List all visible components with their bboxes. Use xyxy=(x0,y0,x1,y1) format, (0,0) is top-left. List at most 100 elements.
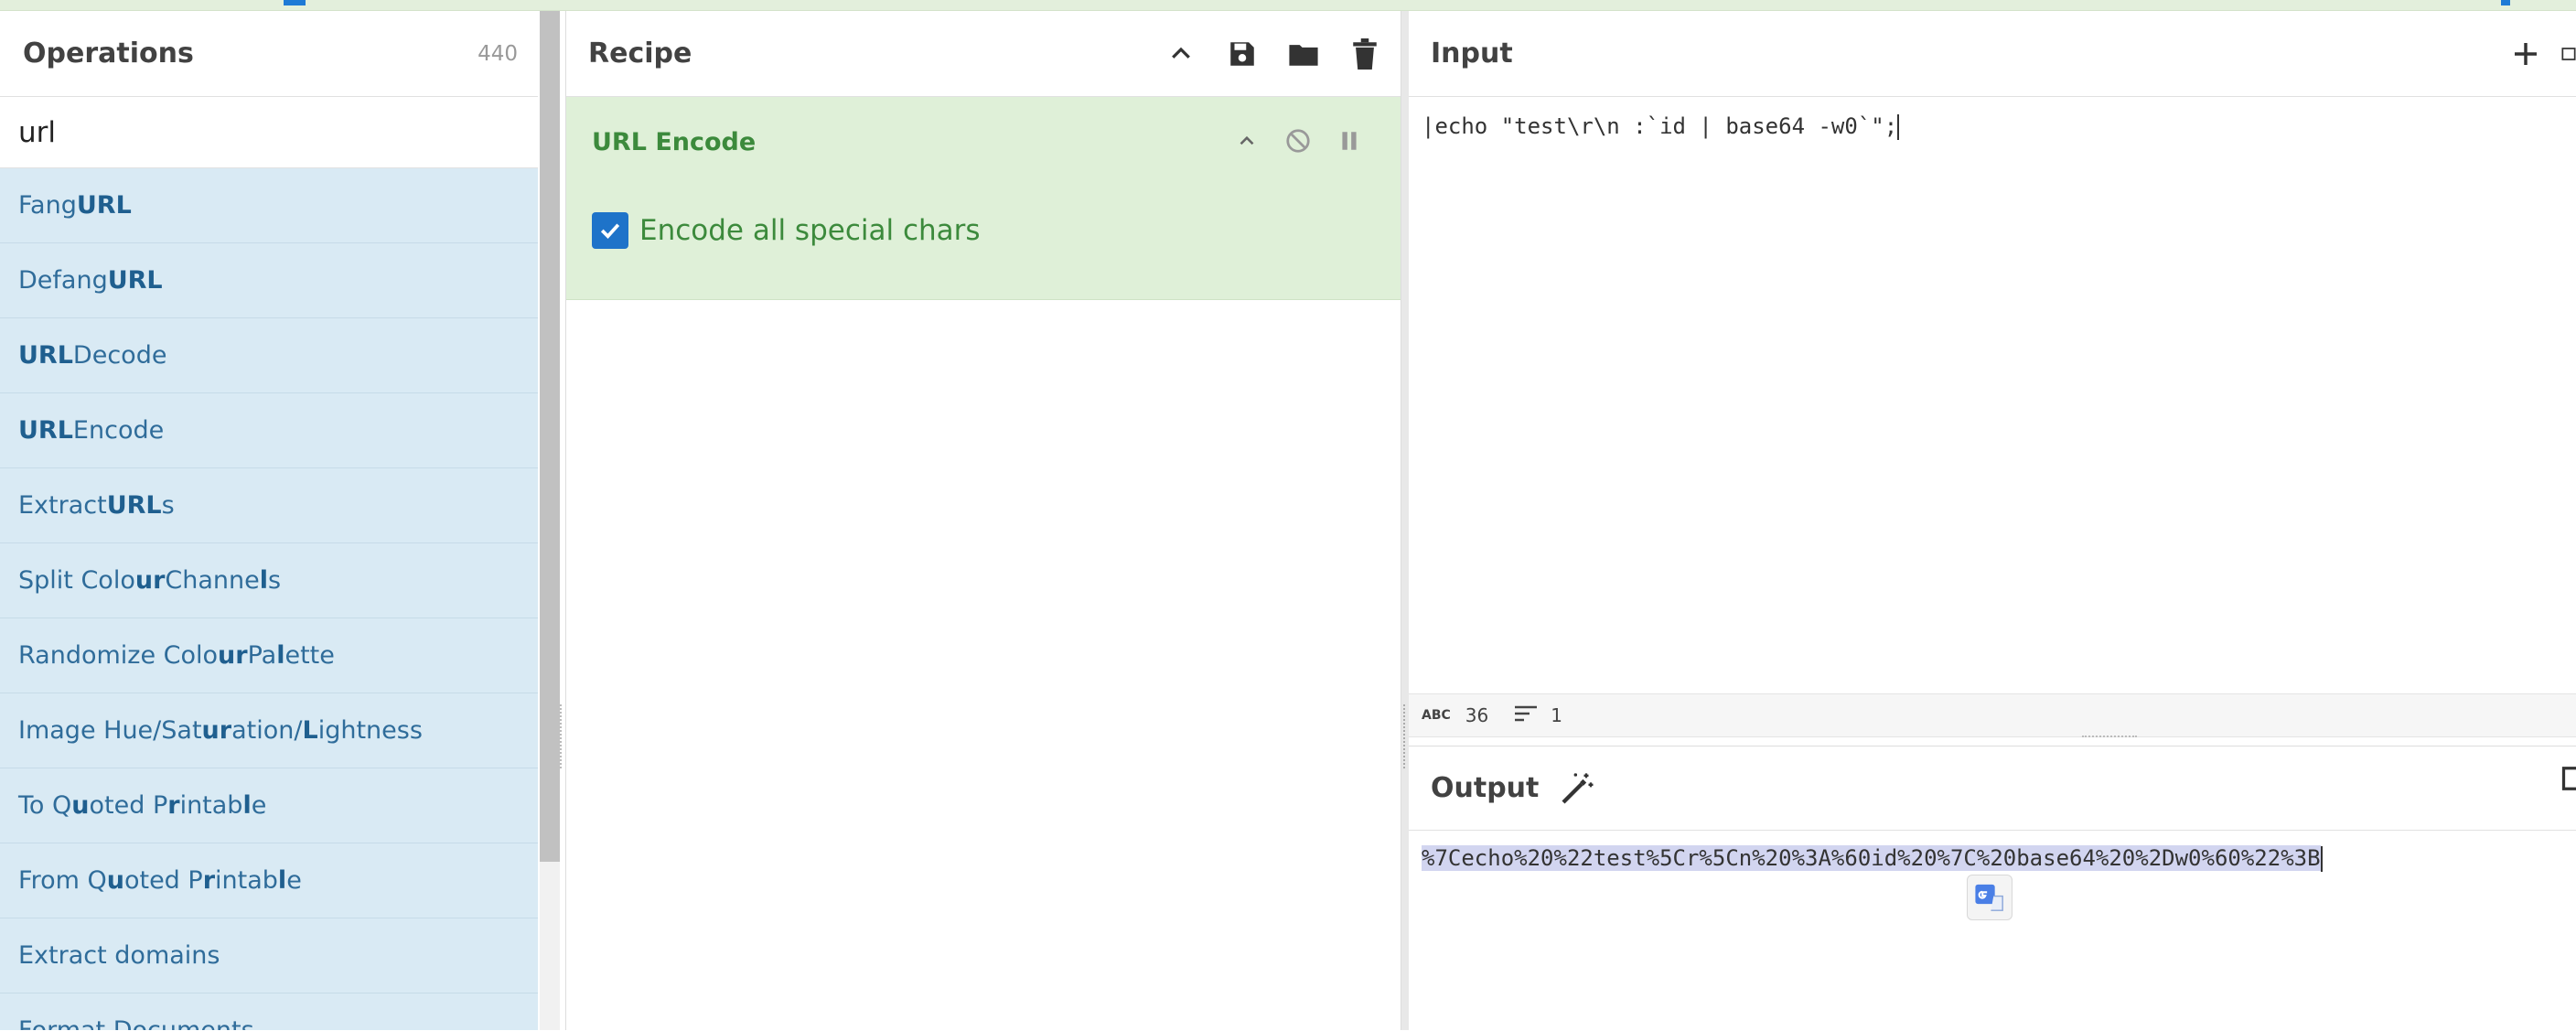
chevron-up-icon[interactable] xyxy=(1165,38,1197,70)
recipe-operation-title: URL Encode xyxy=(592,128,756,156)
trash-icon[interactable] xyxy=(1349,38,1380,70)
match-highlight: r xyxy=(167,791,179,820)
output-textarea[interactable]: %7Cecho%20%22test%5Cr%5Cn%20%3A%60id%20%… xyxy=(1409,831,2576,872)
match-highlight: URL xyxy=(18,416,73,445)
operation-list-item[interactable]: Image Hue/Saturation/Lightness xyxy=(0,693,538,768)
operations-list: Fang URLDefang URLURL DecodeURL EncodeEx… xyxy=(0,168,538,1030)
match-highlight: u xyxy=(71,791,89,820)
operation-label-part: s xyxy=(268,566,281,595)
top-bar xyxy=(0,0,2576,11)
text-caret xyxy=(1897,114,1899,140)
operation-label-part: ette xyxy=(284,641,334,670)
operation-list-item[interactable]: From Quoted Printable xyxy=(0,843,538,918)
match-highlight: l xyxy=(260,566,268,595)
operation-label-part: Split Colo xyxy=(18,566,135,595)
match-highlight: URL xyxy=(77,191,132,220)
output-header: Output xyxy=(1409,746,2576,831)
input-text: |echo "test\r\n :`id | base64 -w0`"; xyxy=(1422,113,1897,139)
lines-icon xyxy=(1514,704,1538,727)
recipe-header: Recipe xyxy=(566,11,1401,97)
folder-icon[interactable] xyxy=(1288,38,1319,70)
operation-list-item[interactable]: URL Encode xyxy=(0,393,538,468)
operation-label-part: ightness xyxy=(318,716,423,745)
match-highlight: L xyxy=(302,716,317,745)
chevron-up-icon[interactable] xyxy=(1229,123,1265,159)
top-bar-indicator-right xyxy=(2501,0,2510,5)
operation-list-item[interactable]: Extract domains xyxy=(0,918,538,993)
operations-panel: Operations 440 url Fang URLDefang URLURL… xyxy=(0,11,538,1030)
match-highlight: URL xyxy=(18,341,73,370)
input-lines: 1 xyxy=(1551,704,1562,726)
recipe-io-splitter[interactable] xyxy=(1401,11,1409,1030)
operation-label-part: ation/ xyxy=(231,716,302,745)
recipe-operation-url-encode[interactable]: URL Encode Encode all special chars xyxy=(566,97,1401,300)
output-caret xyxy=(2321,846,2323,872)
match-highlight: u xyxy=(107,866,124,895)
plus-icon[interactable] xyxy=(2510,38,2541,70)
operation-list-item[interactable]: Split Colour Channels xyxy=(0,543,538,618)
match-highlight: ur xyxy=(135,566,166,595)
input-title: Input xyxy=(1431,38,2510,70)
operation-label-part: To Q xyxy=(18,791,71,820)
input-header: Input xyxy=(1409,11,2576,97)
operation-label-part: Encode xyxy=(73,416,164,445)
operations-count: 440 xyxy=(478,42,518,66)
operation-list-item[interactable]: Defang URL xyxy=(0,243,538,318)
magic-wand-icon[interactable] xyxy=(1559,770,1595,807)
match-highlight: r xyxy=(203,866,215,895)
operation-list-item[interactable]: Fang URL xyxy=(0,168,538,243)
operation-label-part: Pa xyxy=(248,641,277,670)
operation-label-part: Fang xyxy=(18,191,77,220)
match-highlight: l xyxy=(242,791,251,820)
operation-label-part: intab xyxy=(215,866,278,895)
operation-list-item[interactable]: URL Decode xyxy=(0,318,538,393)
match-highlight: URL xyxy=(108,266,163,295)
input-status-bar: ABC 36 1 xyxy=(1409,693,2576,737)
input-output-splitter[interactable] xyxy=(2082,736,2137,741)
match-highlight: ur xyxy=(202,716,232,745)
length-icon: ABC xyxy=(1422,708,1451,723)
translate-icon[interactable] xyxy=(1967,875,2012,920)
operation-label-part: From Q xyxy=(18,866,107,895)
operation-label-part: Extract xyxy=(18,491,107,520)
input-panel: Input |echo "test\r\n :`id | base64 -w0`… xyxy=(1409,11,2576,743)
operations-scrollbar-thumb[interactable] xyxy=(540,11,560,862)
operations-title: Operations xyxy=(23,38,194,70)
operations-header: Operations 440 xyxy=(0,11,538,97)
match-highlight: l xyxy=(276,641,284,670)
recipe-title: Recipe xyxy=(588,38,1135,70)
operation-label-part: Channe xyxy=(165,566,259,595)
output-window-icon[interactable] xyxy=(2561,765,2576,801)
encode-all-special-chars-label: Encode all special chars xyxy=(639,214,981,247)
operations-search-input[interactable]: url xyxy=(0,97,538,168)
recipe-panel: Recipe URL Encode Encode all special cha… xyxy=(565,11,1401,1030)
operation-label-part: s xyxy=(162,491,175,520)
output-text: %7Cecho%20%22test%5Cr%5Cn%20%3A%60id%20%… xyxy=(1422,845,2321,871)
window-icon[interactable] xyxy=(2561,38,2576,70)
match-highlight: URL xyxy=(107,491,162,520)
encode-all-special-chars-checkbox[interactable] xyxy=(592,212,628,249)
operation-label-part: e xyxy=(252,791,267,820)
pause-icon[interactable] xyxy=(1331,123,1368,159)
match-highlight: ur xyxy=(218,641,248,670)
operation-label-part: oted P xyxy=(124,866,203,895)
operation-label-part: Decode xyxy=(73,341,167,370)
disable-icon[interactable] xyxy=(1280,123,1316,159)
output-title: Output xyxy=(1431,772,1539,804)
operation-label-part: Extract domains xyxy=(18,941,220,970)
operation-list-item[interactable]: Randomize Colour Palette xyxy=(0,618,538,693)
operation-list-item[interactable]: To Quoted Printable xyxy=(0,768,538,843)
operation-label-part: Image Hue/Sat xyxy=(18,716,202,745)
save-icon[interactable] xyxy=(1227,38,1258,70)
operation-label-part: Format Documents xyxy=(18,1016,254,1030)
input-length: 36 xyxy=(1465,704,1488,726)
operation-label-part: Randomize Colo xyxy=(18,641,218,670)
operation-label-part: e xyxy=(286,866,302,895)
operation-list-item[interactable]: Extract URLs xyxy=(0,468,538,543)
operation-label-part: oted P xyxy=(90,791,168,820)
operation-label-part: Defang xyxy=(18,266,108,295)
match-highlight: l xyxy=(278,866,286,895)
operation-label-part: intab xyxy=(180,791,243,820)
operation-list-item[interactable]: Format Documents xyxy=(0,993,538,1030)
input-textarea[interactable]: |echo "test\r\n :`id | base64 -w0`"; xyxy=(1409,97,2576,140)
